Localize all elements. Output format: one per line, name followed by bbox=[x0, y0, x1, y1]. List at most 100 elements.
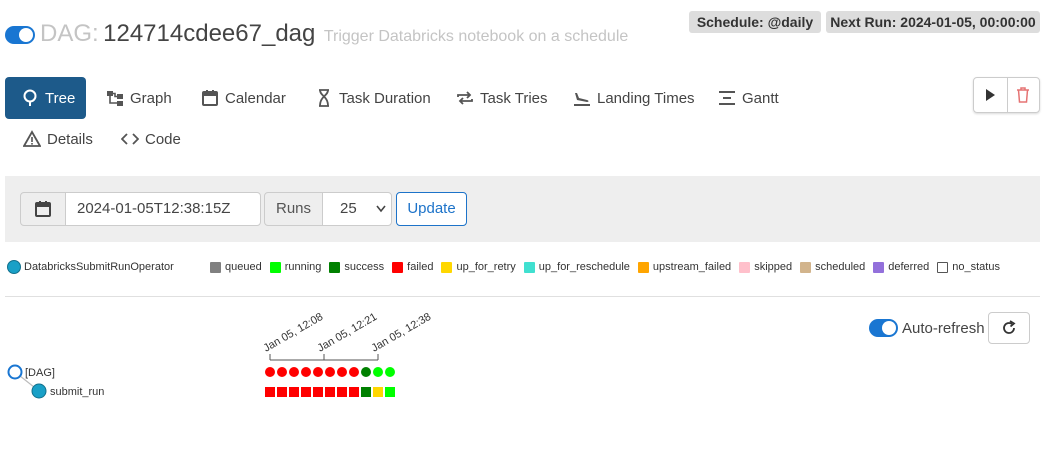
legend-swatch bbox=[937, 261, 949, 273]
time-axis: Jan 05, 12:08Jan 05, 12:21Jan 05, 12:38 bbox=[262, 311, 434, 361]
tab-task-tries-label: Task Tries bbox=[480, 89, 548, 107]
task-instance-failed[interactable] bbox=[313, 387, 323, 397]
schedule-badge: Schedule: @daily bbox=[689, 11, 821, 33]
calendar-icon bbox=[201, 89, 219, 107]
chevron-down-icon bbox=[376, 205, 386, 213]
dag-run-running[interactable] bbox=[373, 367, 383, 377]
dag-run-failed[interactable] bbox=[265, 367, 275, 377]
tab-gantt-label: Gantt bbox=[742, 89, 779, 107]
legend-swatch bbox=[441, 261, 453, 273]
operator-name: DatabricksSubmitRunOperator bbox=[24, 261, 174, 273]
dag-run-success[interactable] bbox=[361, 367, 371, 377]
task-instance-failed[interactable] bbox=[289, 387, 299, 397]
delete-dag-button[interactable] bbox=[1006, 78, 1040, 112]
dag-run-failed[interactable] bbox=[313, 367, 323, 377]
refresh-button[interactable] bbox=[988, 312, 1030, 344]
task-instance-failed[interactable] bbox=[301, 387, 311, 397]
plane-landing-icon bbox=[573, 89, 591, 107]
task-instance-running[interactable] bbox=[385, 387, 395, 397]
task-instance-failed[interactable] bbox=[325, 387, 335, 397]
task-instance-failed[interactable] bbox=[265, 387, 275, 397]
graph-icon bbox=[106, 89, 124, 107]
tab-details[interactable]: Details bbox=[13, 118, 103, 160]
update-button[interactable]: Update bbox=[396, 192, 467, 226]
legend-label: success bbox=[344, 261, 385, 273]
dag-id: 124714cdee67_dag bbox=[103, 20, 316, 47]
calendar-icon bbox=[35, 201, 51, 217]
legend-label: upstream_failed bbox=[652, 261, 732, 273]
warning-triangle-icon bbox=[23, 130, 41, 148]
legend-item-skipped: skipped bbox=[739, 261, 792, 273]
legend-item-failed: failed bbox=[392, 261, 433, 273]
auto-refresh-switch[interactable] bbox=[869, 319, 898, 337]
task-instance-failed[interactable] bbox=[277, 387, 287, 397]
dag-run-failed[interactable] bbox=[337, 367, 347, 377]
tab-code[interactable]: Code bbox=[111, 118, 191, 160]
divider bbox=[5, 296, 1040, 297]
task-node-submit-run[interactable] bbox=[31, 383, 47, 399]
tab-landing-times[interactable]: Landing Times bbox=[563, 77, 705, 119]
tab-gantt[interactable]: Gantt bbox=[708, 77, 789, 119]
legend-swatch bbox=[873, 261, 885, 273]
legend-swatch bbox=[392, 261, 404, 273]
tab-calendar[interactable]: Calendar bbox=[191, 77, 296, 119]
page-title: DAG: 124714cdee67_dag Trigger Databricks… bbox=[40, 20, 628, 48]
trigger-dag-button[interactable] bbox=[974, 78, 1007, 112]
tab-landing-times-label: Landing Times bbox=[597, 89, 695, 107]
dag-run-failed[interactable] bbox=[325, 367, 335, 377]
legend-item-up_for_retry: up_for_retry bbox=[441, 261, 516, 273]
tab-graph[interactable]: Graph bbox=[96, 77, 182, 119]
legend-label: up_for_reschedule bbox=[538, 261, 630, 273]
legend-swatch bbox=[210, 261, 221, 273]
time-axis-label: Jan 05, 12:38 bbox=[370, 311, 434, 355]
legend-item-running: running bbox=[269, 261, 322, 273]
tab-task-tries[interactable]: Task Tries bbox=[446, 77, 558, 119]
tab-code-label: Code bbox=[145, 130, 181, 148]
legend-label: failed bbox=[407, 261, 434, 273]
task-instance-failed[interactable] bbox=[349, 387, 359, 397]
repeat-icon bbox=[456, 89, 474, 107]
dag-root-label: [DAG] bbox=[25, 367, 55, 379]
legend-item-up_for_reschedule: up_for_reschedule bbox=[523, 261, 630, 273]
legend-label: scheduled bbox=[815, 261, 866, 273]
dag-run-failed[interactable] bbox=[277, 367, 287, 377]
legend-item-success: success bbox=[329, 261, 384, 273]
runs-select[interactable]: 25 bbox=[322, 192, 392, 226]
tab-graph-label: Graph bbox=[130, 89, 172, 107]
legend-item-scheduled: scheduled bbox=[800, 261, 865, 273]
base-date-input[interactable]: 2024-01-05T12:38:15Z bbox=[65, 192, 261, 226]
auto-refresh-toggle[interactable]: Auto-refresh bbox=[869, 319, 985, 337]
legend-swatch bbox=[637, 261, 649, 273]
time-axis-label: Jan 05, 12:21 bbox=[316, 311, 380, 355]
runs-label: Runs bbox=[264, 192, 323, 226]
date-picker-button[interactable] bbox=[20, 192, 66, 226]
tab-task-duration-label: Task Duration bbox=[339, 89, 431, 107]
legend-label: skipped bbox=[754, 261, 793, 273]
state-legend: queued running success failed up_for_retry up… bbox=[210, 261, 1008, 273]
tree-view: [DAG] submit_run Jan 05, 12:08Jan 05, 12… bbox=[7, 311, 434, 399]
tab-tree[interactable]: Tree bbox=[5, 77, 86, 119]
dag-root-node[interactable] bbox=[7, 364, 23, 380]
tab-calendar-label: Calendar bbox=[225, 89, 286, 107]
task-instance-up_for_retry[interactable] bbox=[373, 387, 383, 397]
dag-run-failed[interactable] bbox=[289, 367, 299, 377]
legend-swatch bbox=[523, 261, 535, 273]
legend-item-upstream_failed: upstream_failed bbox=[637, 261, 732, 273]
tree-icon bbox=[21, 89, 39, 107]
task-label-submit-run: submit_run bbox=[50, 386, 104, 398]
tab-tree-label: Tree bbox=[45, 89, 76, 107]
play-icon bbox=[986, 89, 996, 101]
dag-run-failed[interactable] bbox=[349, 367, 359, 377]
dag-run-failed[interactable] bbox=[301, 367, 311, 377]
gantt-icon bbox=[718, 89, 736, 107]
dag-actions bbox=[973, 77, 1040, 113]
task-instance-success[interactable] bbox=[361, 387, 371, 397]
task-instance-failed[interactable] bbox=[337, 387, 347, 397]
time-axis-label: Jan 05, 12:08 bbox=[262, 311, 326, 355]
tab-task-duration[interactable]: Task Duration bbox=[305, 77, 441, 119]
legend-label: running bbox=[284, 261, 322, 273]
auto-refresh-label: Auto-refresh bbox=[902, 319, 985, 337]
operator-legend: DatabricksSubmitRunOperator bbox=[7, 260, 174, 274]
dag-pause-toggle[interactable] bbox=[5, 26, 35, 44]
dag-run-running[interactable] bbox=[385, 367, 395, 377]
